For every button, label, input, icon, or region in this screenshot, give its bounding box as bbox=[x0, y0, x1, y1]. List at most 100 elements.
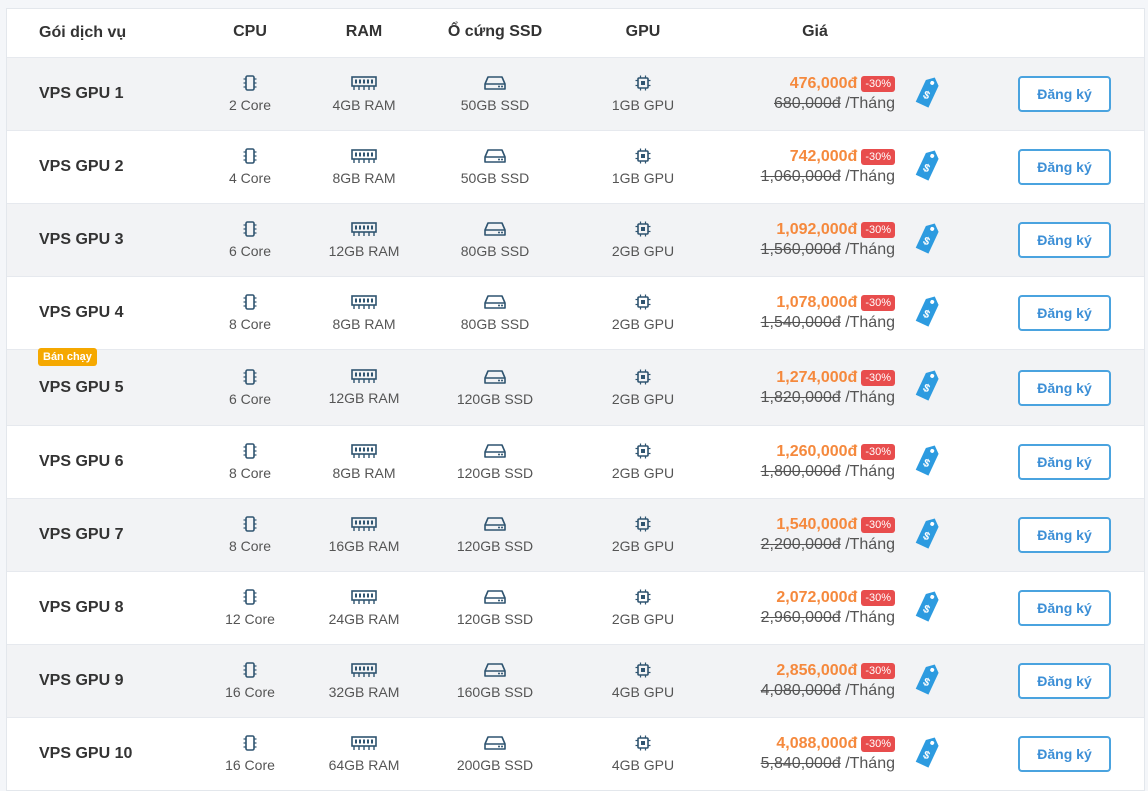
ssd-cell: 80GB SSD bbox=[445, 221, 545, 259]
discount-badge: -30% bbox=[861, 736, 895, 752]
price-tag-icon: $ bbox=[915, 149, 939, 181]
table-row: VPS GPU 4 8 Core 8GB RAM 80GB SSD 2GB GP… bbox=[7, 276, 1144, 349]
table-header: Gói dịch vụ CPU RAM Ổ cứng SSD GPU Giá bbox=[7, 9, 1144, 57]
original-price: 2,200,000đ bbox=[760, 536, 841, 553]
plan-name: VPS GPU 3 bbox=[39, 231, 124, 248]
register-button[interactable]: Đăng ký bbox=[1018, 369, 1111, 406]
current-price: 4,088,000đ bbox=[776, 735, 858, 752]
current-price: 742,000đ bbox=[789, 148, 858, 165]
cpu-chip-icon bbox=[243, 148, 257, 164]
original-price: 1,560,000đ bbox=[760, 241, 841, 258]
ram-stick-icon bbox=[351, 443, 377, 458]
register-button[interactable]: Đăng ký bbox=[1018, 736, 1111, 772]
register-button[interactable]: Đăng ký bbox=[1018, 76, 1111, 112]
ram-cell: 24GB RAM bbox=[314, 589, 414, 627]
plan-name: VPS GPU 2 bbox=[39, 158, 124, 175]
cpu-value: 12 Core bbox=[225, 611, 275, 627]
original-price: 1,820,000đ bbox=[760, 388, 841, 406]
cpu-chip-icon bbox=[243, 735, 257, 751]
gpu-cell: 2GB GPU bbox=[593, 221, 693, 259]
ram-stick-icon bbox=[351, 75, 377, 90]
hard-drive-icon bbox=[484, 590, 506, 604]
price-cell: 2,072,000đ -30% 2,960,000đ /Tháng bbox=[715, 589, 895, 627]
price-cell: 1,092,000đ -30% 1,560,000đ /Tháng bbox=[715, 221, 895, 259]
ssd-value: 80GB SSD bbox=[460, 243, 530, 259]
discount-badge: -30% bbox=[861, 590, 895, 606]
register-cell: Đăng ký bbox=[1018, 295, 1111, 331]
ssd-value: 50GB SSD bbox=[460, 170, 530, 186]
price-tag-icon: $ bbox=[915, 76, 939, 108]
hard-drive-icon bbox=[484, 76, 506, 90]
header-gpu: GPU bbox=[625, 23, 661, 40]
header-price: Giá bbox=[802, 23, 828, 40]
register-cell: Đăng ký bbox=[1018, 444, 1111, 480]
plan-name: VPS GPU 7 bbox=[39, 526, 124, 543]
cpu-cell: 8 Core bbox=[200, 516, 300, 554]
ram-stick-icon bbox=[351, 148, 377, 163]
hard-drive-icon bbox=[484, 663, 506, 677]
hard-drive-icon bbox=[484, 295, 506, 309]
price-cell: 1,274,000đ -30% 1,820,000đ /Tháng bbox=[715, 369, 895, 407]
register-button[interactable]: Đăng ký bbox=[1018, 517, 1111, 553]
ram-stick-icon bbox=[351, 369, 377, 383]
price-cell: 742,000đ -30% 1,060,000đ /Tháng bbox=[715, 148, 895, 186]
current-price: 1,092,000đ bbox=[776, 221, 858, 238]
processor-icon bbox=[635, 75, 651, 91]
plan-name: VPS GPU 4 bbox=[39, 304, 124, 321]
price-tag-cell: $ bbox=[913, 367, 953, 408]
price-tag-cell: $ bbox=[913, 293, 953, 334]
gpu-value: 4GB GPU bbox=[611, 684, 675, 700]
price-tag-icon: $ bbox=[915, 736, 939, 768]
ssd-value: 200GB SSD bbox=[456, 757, 534, 773]
plan-name-cell: VPS GPU 3 bbox=[7, 204, 197, 276]
cpu-chip-icon bbox=[243, 75, 257, 91]
table-row: VPS GPU 7 8 Core 16GB RAM 120GB SSD 2GB … bbox=[7, 498, 1144, 571]
table-row: VPS GPU 3 6 Core 12GB RAM 80GB SSD 2GB G… bbox=[7, 203, 1144, 276]
cpu-value: 16 Core bbox=[225, 757, 275, 773]
ssd-cell: 120GB SSD bbox=[445, 369, 545, 407]
table-row: Bán chạy VPS GPU 5 6 Core 12GB RAM 120GB… bbox=[7, 348, 1144, 425]
cpu-cell: 2 Core bbox=[200, 75, 300, 113]
hard-drive-icon bbox=[484, 369, 506, 384]
register-button[interactable]: Đăng ký bbox=[1018, 590, 1111, 626]
ram-value: 8GB RAM bbox=[332, 464, 396, 481]
ram-cell: 12GB RAM bbox=[314, 369, 414, 406]
original-price: 5,840,000đ bbox=[760, 755, 841, 772]
ssd-value: 160GB SSD bbox=[456, 684, 534, 700]
ram-stick-icon bbox=[351, 589, 377, 604]
register-button[interactable]: Đăng ký bbox=[1018, 444, 1111, 480]
discount-badge: -30% bbox=[861, 295, 895, 311]
pricing-table: Gói dịch vụ CPU RAM Ổ cứng SSD GPU Giá V… bbox=[6, 8, 1145, 791]
ram-value: 4GB RAM bbox=[332, 96, 396, 113]
hard-drive-icon bbox=[484, 736, 506, 750]
plan-name: VPS GPU 1 bbox=[39, 85, 124, 102]
plan-name-cell: VPS GPU 4 bbox=[7, 277, 197, 349]
price-cell: 2,856,000đ -30% 4,080,000đ /Tháng bbox=[715, 662, 895, 700]
table-row: VPS GPU 2 4 Core 8GB RAM 50GB SSD 1GB GP… bbox=[7, 130, 1144, 203]
cpu-value: 6 Core bbox=[228, 243, 272, 259]
processor-icon bbox=[635, 294, 651, 310]
gpu-cell: 2GB GPU bbox=[593, 294, 693, 332]
register-button[interactable]: Đăng ký bbox=[1018, 663, 1111, 699]
ssd-value: 50GB SSD bbox=[460, 97, 530, 113]
price-tag-cell: $ bbox=[913, 442, 953, 483]
cpu-cell: 8 Core bbox=[200, 443, 300, 481]
original-price: 1,540,000đ bbox=[760, 314, 841, 331]
cpu-value: 6 Core bbox=[228, 390, 272, 407]
ram-cell: 8GB RAM bbox=[314, 294, 414, 332]
price-period: /Tháng bbox=[845, 388, 895, 406]
price-tag-cell: $ bbox=[913, 515, 953, 556]
register-button[interactable]: Đăng ký bbox=[1018, 149, 1111, 185]
table-row: VPS GPU 1 2 Core 4GB RAM 50GB SSD 1GB GP… bbox=[7, 57, 1144, 130]
current-price: 1,540,000đ bbox=[776, 516, 858, 533]
price-period: /Tháng bbox=[845, 755, 895, 772]
ssd-value: 120GB SSD bbox=[456, 390, 534, 407]
register-button[interactable]: Đăng ký bbox=[1018, 295, 1111, 331]
register-button[interactable]: Đăng ký bbox=[1018, 222, 1111, 258]
ram-stick-icon bbox=[351, 662, 377, 677]
ram-value: 8GB RAM bbox=[332, 169, 396, 186]
plan-name: VPS GPU 8 bbox=[39, 599, 124, 616]
gpu-value: 1GB GPU bbox=[611, 97, 675, 113]
cpu-cell: 8 Core bbox=[200, 294, 300, 332]
ssd-cell: 120GB SSD bbox=[445, 589, 545, 627]
